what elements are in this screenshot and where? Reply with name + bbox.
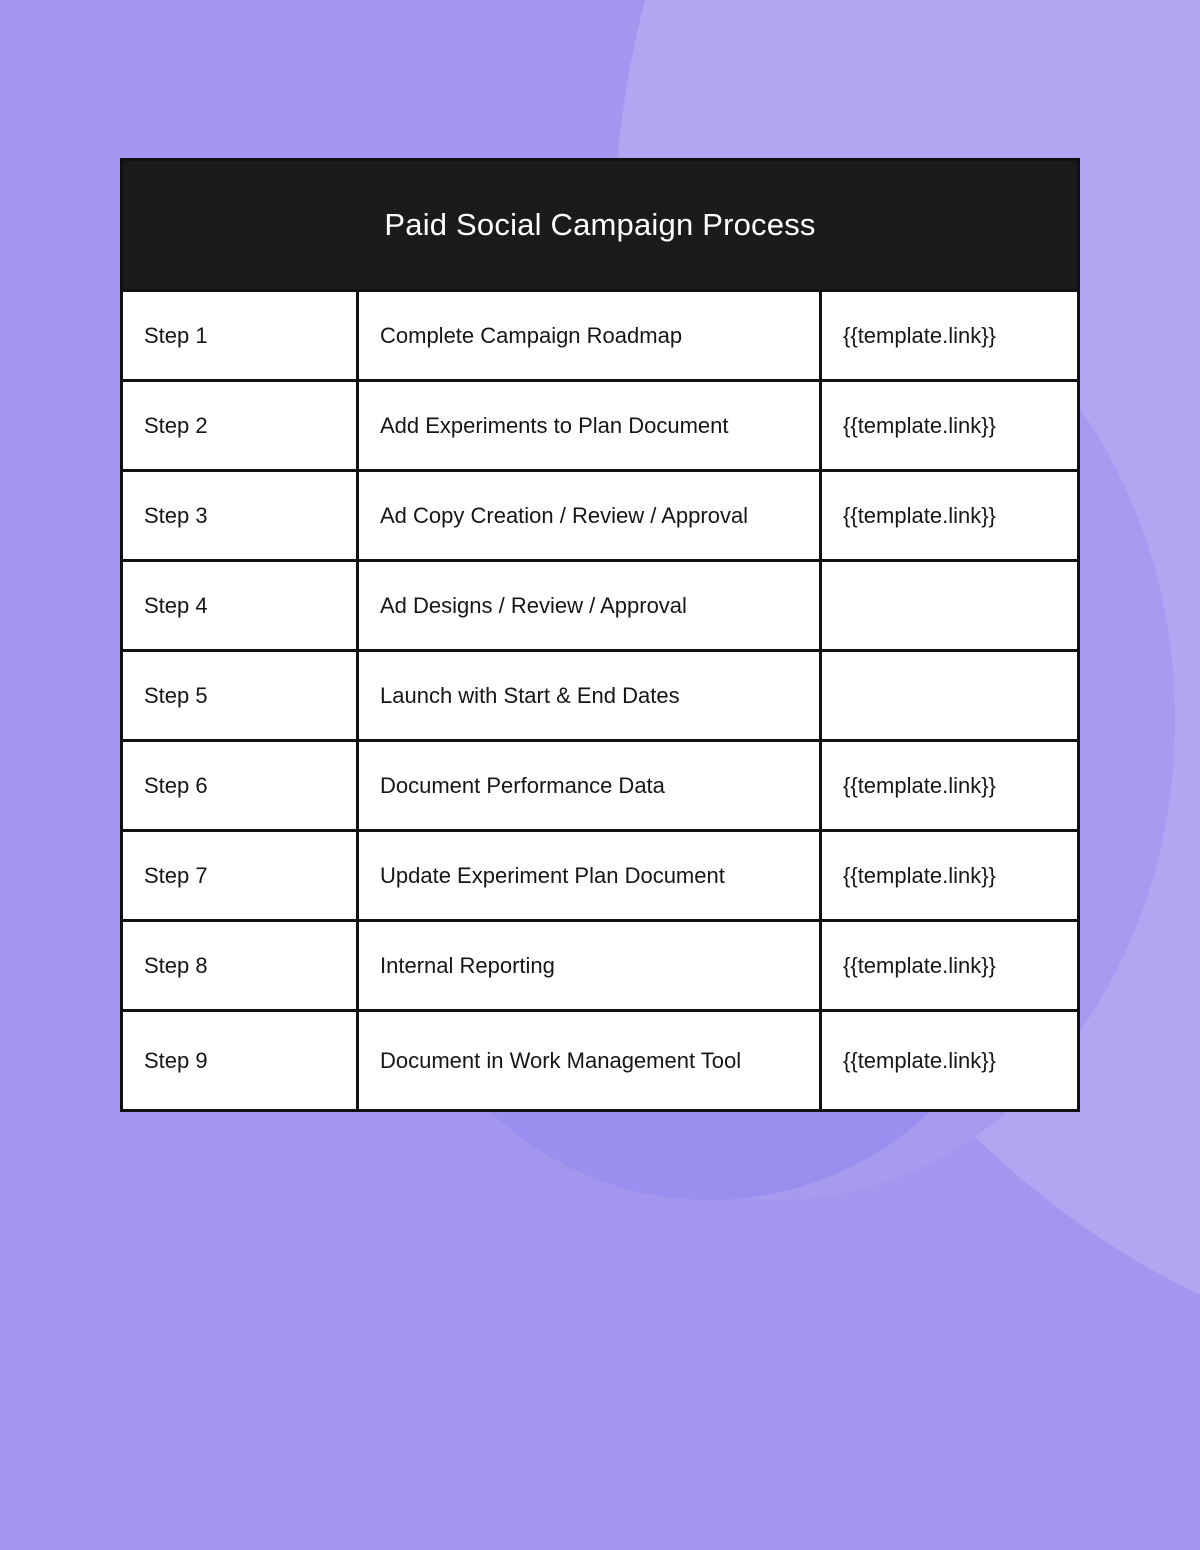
step-label: Step 8 xyxy=(123,922,359,1009)
table-row: Step 8 Internal Reporting {{template.link}… xyxy=(123,922,1077,1012)
table-row: Step 4 Ad Designs / Review / Approval xyxy=(123,562,1077,652)
template-link-cell: {{template.link}} xyxy=(822,832,1077,919)
step-label: Step 3 xyxy=(123,472,359,559)
template-link[interactable]: {{template.link}} xyxy=(843,503,996,529)
step-label: Step 4 xyxy=(123,562,359,649)
template-link[interactable]: {{template.link}} xyxy=(843,953,996,979)
table-row: Step 2 Add Experiments to Plan Document {{… xyxy=(123,382,1077,472)
task-description: Ad Copy Creation / Review / Approval xyxy=(359,472,822,559)
template-link-cell: {{template.link}} xyxy=(822,472,1077,559)
task-description: Internal Reporting xyxy=(359,922,822,1009)
step-label: Step 6 xyxy=(123,742,359,829)
task-description: Update Experiment Plan Document xyxy=(359,832,822,919)
template-link-cell: {{template.link}} xyxy=(822,742,1077,829)
process-table: Paid Social Campaign Process Step 1 Compl… xyxy=(120,158,1080,1112)
template-link[interactable]: {{template.link}} xyxy=(843,413,996,439)
task-description: Launch with Start & End Dates xyxy=(359,652,822,739)
task-description: Add Experiments to Plan Document xyxy=(359,382,822,469)
task-description: Ad Designs / Review / Approval xyxy=(359,562,822,649)
template-link-cell: {{template.link}} xyxy=(822,292,1077,379)
template-link[interactable]: {{template.link}} xyxy=(843,1048,996,1074)
template-link-cell xyxy=(822,562,1077,649)
template-link[interactable]: {{template.link}} xyxy=(843,323,996,349)
step-label: Step 2 xyxy=(123,382,359,469)
table-row: Step 5 Launch with Start & End Dates xyxy=(123,652,1077,742)
step-label: Step 7 xyxy=(123,832,359,919)
template-link[interactable]: {{template.link}} xyxy=(843,863,996,889)
task-description: Document Performance Data xyxy=(359,742,822,829)
table-title: Paid Social Campaign Process xyxy=(384,207,816,242)
template-link-cell: {{template.link}} xyxy=(822,922,1077,1009)
table-row: Step 7 Update Experiment Plan Document {{t… xyxy=(123,832,1077,922)
template-link-cell xyxy=(822,652,1077,739)
task-description: Complete Campaign Roadmap xyxy=(359,292,822,379)
step-label: Step 1 xyxy=(123,292,359,379)
step-label: Step 5 xyxy=(123,652,359,739)
task-description: Document in Work Management Tool xyxy=(359,1012,822,1109)
table-header: Paid Social Campaign Process xyxy=(123,161,1077,292)
table-row: Step 9 Document in Work Management Tool {{… xyxy=(123,1012,1077,1109)
table-body: Step 1 Complete Campaign Roadmap {{templat… xyxy=(123,292,1077,1109)
step-label: Step 9 xyxy=(123,1012,359,1109)
table-row: Step 1 Complete Campaign Roadmap {{templat… xyxy=(123,292,1077,382)
table-row: Step 3 Ad Copy Creation / Review / Approv… xyxy=(123,472,1077,562)
table-row: Step 6 Document Performance Data {{templat… xyxy=(123,742,1077,832)
template-link[interactable]: {{template.link}} xyxy=(843,773,996,799)
template-link-cell: {{template.link}} xyxy=(822,382,1077,469)
template-link-cell: {{template.link}} xyxy=(822,1012,1077,1109)
